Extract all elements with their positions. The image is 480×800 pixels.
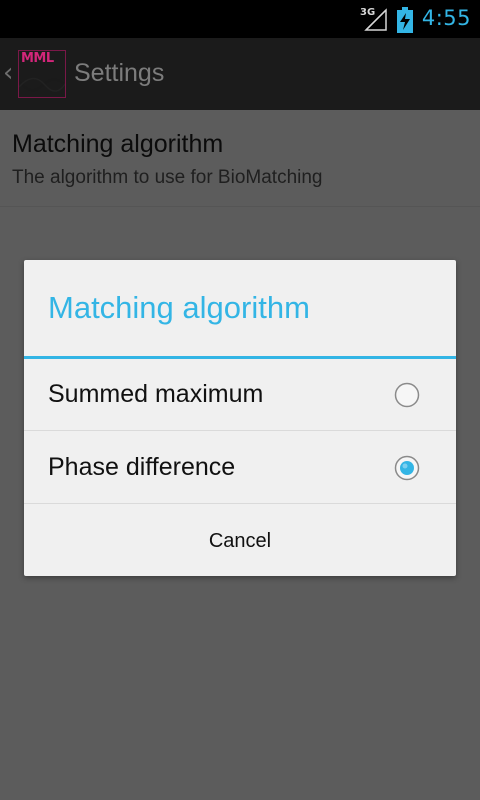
chevron-left-icon[interactable]: ‹ [3,58,13,88]
option-label: Phase difference [48,453,236,481]
preference-matching-algorithm[interactable]: Matching algorithm The algorithm to use … [0,110,480,207]
preference-title: Matching algorithm [12,130,224,158]
screen-title: Settings [74,59,165,87]
signal-icon [364,8,387,31]
action-bar: ‹ MML Settings [0,38,480,112]
dialog-title: Matching algorithm [48,290,310,325]
app-logo-text: MML [21,51,54,66]
preference-summary: The algorithm to use for BioMatching [12,167,323,188]
matching-algorithm-dialog: Matching algorithm Summed maximum Phase … [24,260,456,576]
radio-checked-icon[interactable] [394,455,420,481]
cancel-button[interactable]: Cancel [24,505,456,576]
option-phase-difference[interactable]: Phase difference [24,432,456,504]
app-logo[interactable]: MML [18,50,66,98]
status-bar: 3G 4:55 [0,0,480,38]
option-summed-maximum[interactable]: Summed maximum [24,359,456,431]
radio-unchecked-icon[interactable] [394,382,420,408]
cancel-button-label: Cancel [208,530,272,552]
clock: 4:55 [421,6,471,30]
battery-charging-icon [397,7,413,33]
option-label: Summed maximum [48,380,264,408]
